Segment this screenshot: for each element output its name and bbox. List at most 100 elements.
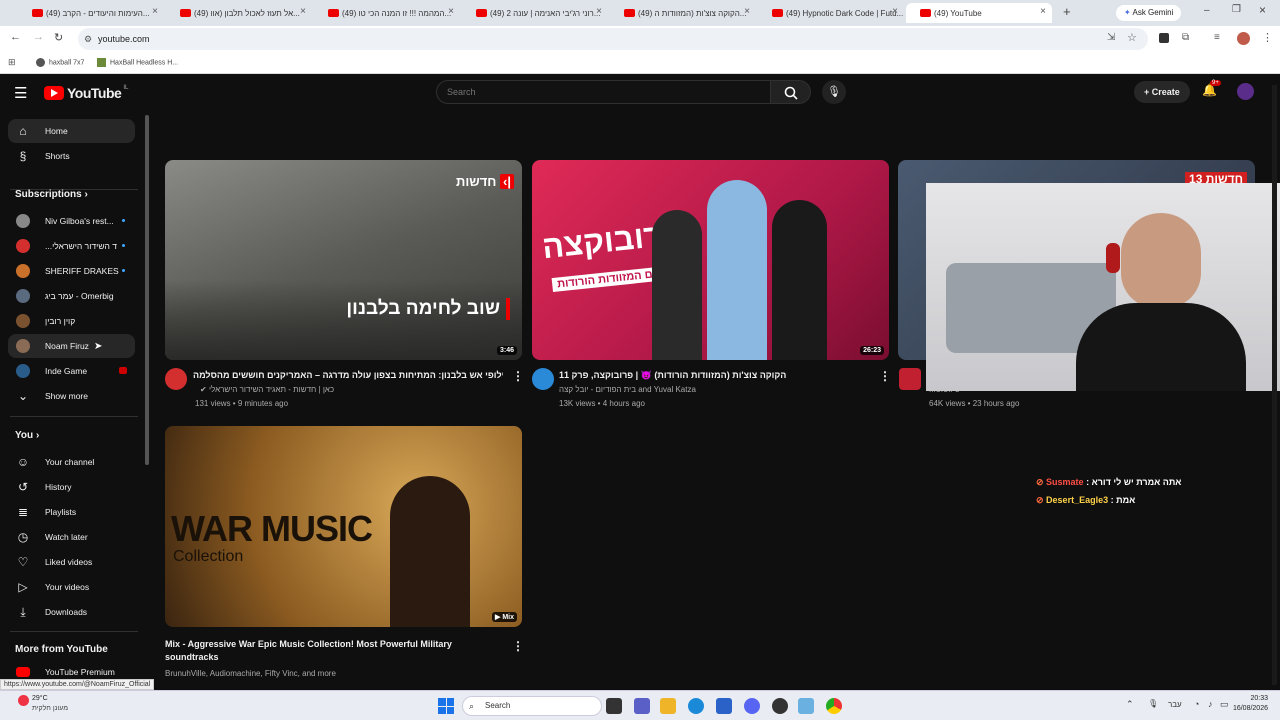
close-tab-icon[interactable]: × [1040, 6, 1046, 17]
profile-avatar[interactable] [1237, 32, 1250, 45]
close-tab-icon[interactable]: × [300, 6, 306, 17]
apps-grid-icon[interactable]: ⊞ [8, 57, 16, 68]
sidebar-item-watch-later[interactable]: ◷ Watch later [8, 525, 135, 549]
account-avatar[interactable] [1237, 83, 1254, 100]
subscriptions-heading[interactable]: Subscriptions › [15, 189, 88, 200]
weather-text[interactable]: מעונן חלקית [32, 705, 68, 712]
search-input[interactable] [437, 81, 737, 103]
sidebar-item-your-channel[interactable]: ☺ Your channel [8, 450, 135, 474]
clock-date[interactable]: 16/08/2026 [1226, 705, 1268, 712]
channel-name[interactable]: ✔ כאן | חדשות - תאגיד השידור הישראלי [200, 383, 500, 396]
sidebar-item-home[interactable]: ⌂ Home [8, 119, 135, 143]
sidebar-item-your-videos[interactable]: ▷ Your videos [8, 575, 135, 599]
channel-avatar[interactable] [165, 368, 187, 390]
channel-name[interactable]: בית הפודיום - יובל קצה and Yuval Katza [559, 383, 696, 396]
taskbar-search[interactable]: ⌕ Search [462, 696, 602, 716]
channel-avatar[interactable] [532, 368, 554, 390]
sidebar-subscription[interactable]: ...ד השידור הישראלי [8, 234, 135, 258]
browser-tab[interactable]: (49) Hypnotic Dark Code | Futu... × [758, 3, 904, 23]
close-tab-icon[interactable]: × [596, 6, 602, 17]
address-bar[interactable]: ⚙ youtube.com [78, 28, 1148, 50]
search-button[interactable] [771, 80, 811, 104]
close-window-icon[interactable]: × [1259, 3, 1266, 17]
close-tab-icon[interactable]: × [744, 6, 750, 17]
bookmark-item[interactable]: HaxBall Headless H... [97, 58, 178, 67]
extensions-puzzle-icon[interactable]: ⧉ [1182, 32, 1189, 43]
sidebar-subscription[interactable]: עמר ביג - Omerbig [8, 284, 135, 308]
sidebar-item-liked-videos[interactable]: ♡ Liked videos [8, 550, 135, 574]
video-thumbnail[interactable]: WAR MUSIC Collection ▶ Mix [165, 426, 522, 627]
search-box[interactable] [436, 80, 771, 104]
obs-icon[interactable] [772, 698, 788, 714]
teams-icon[interactable] [634, 698, 650, 714]
browser-menu-icon[interactable]: ⋮ [1262, 31, 1273, 44]
sidebar-subscription[interactable]: Niv Gilboa's rest... [8, 209, 135, 233]
language-indicator[interactable]: עבר [1168, 700, 1182, 709]
chevron-up-icon[interactable]: ⌃ [1126, 699, 1134, 710]
clock-time[interactable]: 20:33 [1232, 695, 1268, 702]
sidebar-item-history[interactable]: ↺ History [8, 475, 135, 499]
edge-icon[interactable] [688, 698, 704, 714]
show-more-button[interactable]: ⌄ Show more [8, 384, 135, 408]
bookmark-item[interactable]: haxball 7x7 [36, 58, 84, 67]
video-title[interactable]: הקוקה צוצ'ות (המזוודות הורודות) 😈 | פרוב… [559, 369, 869, 382]
browser-tab[interactable]: (49) אל תעוז לאכול תלבון (אוו... × [166, 3, 312, 23]
more-actions-icon[interactable]: ⋮ [512, 369, 524, 383]
youtube-logo[interactable]: YouTube IL [44, 85, 128, 101]
sidebar-subscription[interactable]: SHERIFF DRAKES [8, 259, 135, 283]
sidebar-subscription-hovered[interactable]: Noam Firuz [8, 334, 135, 358]
task-view-icon[interactable] [606, 698, 622, 714]
volume-icon[interactable]: ♪ [1208, 699, 1213, 709]
wifi-icon[interactable]: ◔ [1194, 699, 1199, 709]
guide-menu-icon[interactable]: ☰ [14, 84, 27, 102]
sidebar-item-label: Inde Game [45, 366, 88, 376]
close-tab-icon[interactable]: × [892, 6, 898, 17]
more-actions-icon[interactable]: ⋮ [879, 369, 891, 383]
forward-icon[interactable]: → [33, 31, 44, 43]
sidebar-subscription[interactable]: Inde Game [8, 359, 135, 383]
video-title[interactable]: חילופי אש בלבנון: המתיחות בצפון עולה מדר… [193, 369, 503, 382]
windows-start-icon[interactable] [438, 698, 454, 714]
close-tab-icon[interactable]: × [448, 6, 454, 17]
browser-tab[interactable]: (49) העימות והיעודים - הקרב... × [18, 3, 164, 23]
extension-icon[interactable] [1159, 33, 1169, 43]
install-app-icon[interactable]: ⇲ [1107, 32, 1115, 43]
create-button[interactable]: + Create [1134, 81, 1190, 103]
chrome-icon[interactable] [826, 698, 842, 714]
new-tab-icon[interactable]: + [1063, 4, 1077, 20]
browser-tab[interactable]: (49) הקוקה צוצ'ות (המזוודות ה... × [610, 3, 756, 23]
tab-label: (49) העימות והיעודים - הקרב... [46, 8, 150, 18]
tab-search-icon[interactable]: ≡ [1214, 32, 1220, 43]
video-title[interactable]: Mix - Aggressive War Epic Music Collecti… [165, 638, 505, 664]
close-tab-icon[interactable]: × [152, 6, 158, 17]
discord-icon[interactable] [744, 698, 760, 714]
site-info-icon[interactable]: ⚙ [84, 28, 92, 50]
sidebar-item-playlists[interactable]: ≣ Playlists [8, 500, 135, 524]
browser-tab-active[interactable]: (49) YouTube × [906, 3, 1052, 23]
maximize-window-icon[interactable]: ❐ [1232, 4, 1241, 15]
microphone-icon[interactable]: 🎙 [1148, 699, 1158, 708]
reload-icon[interactable]: ↻ [54, 31, 63, 44]
bookmark-star-icon[interactable]: ☆ [1127, 31, 1137, 44]
channel-avatar[interactable] [899, 368, 921, 390]
you-heading[interactable]: You › [15, 430, 39, 441]
sidebar-scrollbar[interactable] [145, 115, 149, 465]
ask-gemini-button[interactable]: ✦ Ask Gemini [1116, 5, 1182, 21]
sidebar-subscription[interactable]: קוין רובין [8, 309, 135, 333]
page-scrollbar[interactable] [1272, 85, 1277, 685]
browser-tab[interactable]: (49) רוני רג'יבי האנימה | עונה 2... × [462, 3, 608, 23]
app-icon[interactable] [798, 698, 814, 714]
sidebar-item-shorts[interactable]: § Shorts [8, 144, 135, 168]
video-thumbnail[interactable]: חדשות ‹| שוב לחימה בלבנון 3:46 [165, 160, 522, 360]
voice-search-button[interactable]: 🎙 [822, 80, 846, 104]
minimize-window-icon[interactable]: – [1204, 5, 1210, 16]
more-actions-icon[interactable]: ⋮ [512, 639, 524, 653]
sidebar-item-downloads[interactable]: ⤓ Downloads [8, 600, 135, 624]
store-icon[interactable] [716, 698, 732, 714]
browser-tab[interactable]: (49) המהמה !!! זו המנה הכי טו... × [314, 3, 460, 23]
notifications-button[interactable]: 🔔 9+ [1202, 80, 1221, 97]
back-icon[interactable]: ← [10, 31, 21, 43]
weather-temp[interactable]: 29°C [32, 695, 48, 702]
video-thumbnail[interactable]: פרובוקצה עם המזוודות הורודות! 26:23 [532, 160, 889, 360]
file-explorer-icon[interactable] [660, 698, 676, 714]
